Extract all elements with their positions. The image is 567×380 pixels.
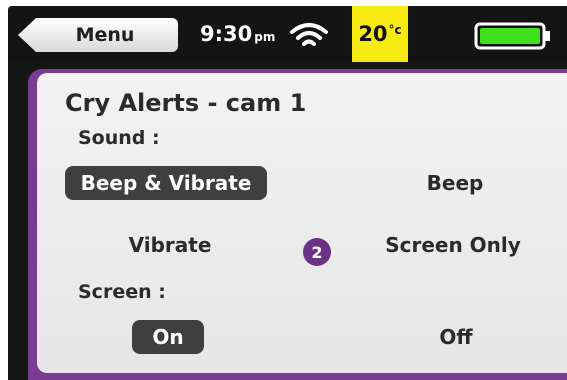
wifi-icon — [290, 23, 328, 46]
screen-option-off[interactable]: Off — [421, 320, 491, 354]
status-bar: Menu 9:30 pm 20 °c — [8, 6, 567, 62]
menu-back-button[interactable]: Menu — [18, 18, 178, 52]
page-title: Cry Alerts - cam 1 — [65, 89, 307, 117]
sound-option-vibrate[interactable]: Vibrate — [119, 228, 221, 262]
clock: 9:30 pm — [200, 22, 275, 46]
clock-ampm: pm — [254, 30, 276, 44]
cry-alerts-panel: Cry Alerts - cam 1 Sound : Beep & Vibrat… — [28, 69, 567, 380]
device-screen: Menu 9:30 pm 20 °c Cry Alerts - cam 1 Soun… — [8, 6, 567, 380]
screen-section-label: Screen : — [78, 281, 166, 303]
sound-option-beep[interactable]: Beep — [407, 166, 503, 200]
screen-option-on[interactable]: On — [132, 320, 204, 354]
settings-card: Cry Alerts - cam 1 Sound : Beep & Vibrat… — [37, 73, 567, 373]
temperature-unit: °c — [388, 23, 402, 37]
temperature-indicator: 20 °c — [352, 6, 408, 62]
sound-option-screen-only[interactable]: Screen Only — [383, 228, 523, 262]
sound-section-label: Sound : — [78, 127, 160, 149]
step-number-badge: 2 — [303, 238, 331, 266]
sound-option-beep-vibrate[interactable]: Beep & Vibrate — [65, 166, 267, 200]
battery-fill — [480, 28, 540, 44]
menu-button-label: Menu — [75, 24, 135, 46]
temperature-value: 20 — [358, 22, 388, 46]
battery-icon — [474, 22, 550, 50]
clock-time: 9:30 — [200, 22, 253, 46]
